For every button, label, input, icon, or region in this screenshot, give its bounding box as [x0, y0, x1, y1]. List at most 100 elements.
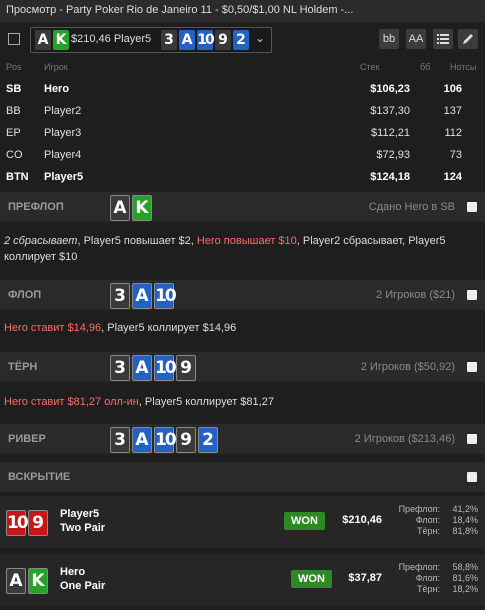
player-pos: EP	[6, 127, 21, 139]
player-row[interactable]: EP Player3 $112,21 112	[0, 122, 485, 144]
note-icon[interactable]	[467, 362, 477, 372]
result-cards: AK	[6, 568, 50, 594]
table-header: Pos Игрок Стек бб Нотсы	[0, 62, 485, 76]
player-pos: BTN	[6, 171, 29, 183]
equity-value: 41,2%	[452, 504, 478, 514]
equity-value: 18,4%	[452, 515, 478, 525]
won-badge: WON	[284, 512, 325, 530]
equity-label: Флоп:	[415, 515, 440, 525]
street-info: 2 Игроков ($50,92)	[360, 361, 455, 373]
player-stack: $137,30	[370, 105, 410, 117]
playing-card: K	[132, 195, 152, 221]
street-title: ТЁРН	[8, 361, 38, 373]
bb-toggle-button[interactable]: bb	[379, 29, 399, 49]
showdown-result: 10 9 Player5 Two Pair WON $210,46 Префлоп: 41,2…	[0, 496, 485, 548]
list-icon[interactable]	[433, 29, 453, 49]
street-title: ВСКРЫТИЕ	[8, 471, 71, 483]
playing-card: 9	[28, 510, 48, 536]
street-preflop: ПРЕФЛОП AK Сдано Hero в SB	[0, 192, 485, 222]
playing-card: 10	[154, 427, 177, 453]
player-bb: 106	[443, 83, 462, 95]
player-player: Player2	[44, 105, 82, 117]
street-title: ПРЕФЛОП	[8, 201, 64, 213]
col-player: Игрок	[44, 62, 68, 72]
playing-card: 10	[154, 355, 177, 381]
col-stack: Стек	[360, 62, 380, 72]
player-stack: $72,93	[376, 149, 410, 161]
playing-card: A	[6, 568, 26, 594]
won-amount: $210,46	[342, 514, 382, 526]
equity-value: 18,2%	[452, 584, 478, 594]
note-icon[interactable]	[467, 202, 477, 212]
street-flop: ФЛОП 3 A 10 2 Игроков ($21)	[0, 280, 485, 310]
playing-card: 3	[110, 283, 130, 309]
note-icon[interactable]	[467, 290, 477, 300]
playing-card: A	[179, 30, 195, 50]
showdown-result: A K Hero One Pair WON $37,87 Префлоп: 58,8% Флоп…	[0, 554, 485, 606]
street-info: Сдано Hero в SB	[368, 201, 455, 213]
turn-actions: Hero ставит $81,27 олл-ин, Player5 колли…	[4, 394, 479, 410]
result-hand-rank: One Pair	[60, 580, 106, 592]
won-badge: WON	[291, 570, 332, 588]
select-checkbox[interactable]	[8, 33, 20, 45]
window-title: Просмотр - Party Poker Rio de Janeiro 11…	[0, 0, 485, 22]
equity-value: 58,8%	[452, 562, 478, 572]
action-text: , Player5 повышает $2,	[77, 235, 197, 247]
player-row[interactable]: SB Hero $106,23 106	[0, 78, 485, 100]
equity-label: Тёрн:	[417, 526, 440, 536]
playing-card: A	[132, 427, 152, 453]
player-bb: 124	[443, 171, 462, 183]
col-bb: бб	[420, 62, 431, 72]
edit-pencil-icon[interactable]	[458, 29, 478, 49]
player-row[interactable]: BB Player2 $137,30 137	[0, 100, 485, 122]
equity-value: 81,6%	[452, 573, 478, 583]
action-text: Hero ставит $81,27 олл-ин	[4, 396, 139, 408]
flop-actions: Hero ставит $14,96, Player5 коллирует $1…	[4, 320, 479, 336]
board-cards: 3 A 10 9 2	[161, 30, 251, 50]
result-cards: 10 9	[6, 510, 50, 536]
playing-card: 9	[176, 427, 196, 453]
player-pos: BB	[6, 105, 21, 117]
playing-card: A	[132, 283, 152, 309]
street-showdown: ВСКРЫТИЕ	[0, 462, 485, 492]
player-row[interactable]: CO Player4 $72,93 73	[0, 144, 485, 166]
street-title: ФЛОП	[8, 289, 42, 301]
street-info: 2 Игроков ($213,46)	[354, 433, 455, 445]
hand-selector[interactable]: AK $210,46 Player5 3 A 10 9 2 ⌄	[30, 27, 272, 53]
player-player: Player3	[44, 127, 82, 139]
player-bb: 73	[449, 149, 462, 161]
playing-card: A	[35, 30, 51, 50]
player-row[interactable]: BTN Player5 $124,18 124	[0, 166, 485, 188]
playing-card: 10	[6, 510, 29, 536]
player-player: Hero	[44, 83, 70, 95]
note-icon[interactable]	[467, 472, 477, 482]
street-info: 2 Игроков ($21)	[376, 289, 455, 301]
playing-card: A	[132, 355, 152, 381]
river-cards: 3 A 10 9 2	[110, 427, 220, 453]
player-stack: $124,18	[370, 171, 410, 183]
toolbar: AK $210,46 Player5 3 A 10 9 2 ⌄ bb AA	[0, 22, 485, 58]
equity-value: 81,8%	[452, 526, 478, 536]
playing-card: 10	[154, 283, 177, 309]
aa-toggle-button[interactable]: AA	[406, 29, 426, 49]
player-player: Player4	[44, 149, 82, 161]
street-title: РИВЕР	[8, 433, 46, 445]
playing-card: 2	[198, 427, 218, 453]
preflop-actions: 2 сбрасывает, Player5 повышает $2, Hero …	[4, 233, 479, 265]
playing-card: 2	[233, 30, 249, 50]
preflop-cards: AK	[110, 195, 154, 221]
note-icon[interactable]	[467, 434, 477, 444]
flop-cards: 3 A 10	[110, 283, 177, 309]
chevron-down-icon[interactable]: ⌄	[255, 31, 265, 45]
playing-card: 9	[215, 30, 231, 50]
action-text: , Player5 коллирует $14,96	[101, 322, 237, 334]
action-text: Hero повышает $10	[196, 235, 297, 247]
result-player-name: Player5	[60, 508, 100, 520]
equity-label: Тёрн:	[417, 584, 440, 594]
col-pos: Pos	[6, 62, 22, 72]
equity-label: Префлоп:	[398, 562, 440, 572]
player-stack: $106,23	[370, 83, 410, 95]
player-player: Player5	[44, 171, 84, 183]
playing-card: 3	[161, 30, 177, 50]
playing-card: A	[110, 195, 130, 221]
